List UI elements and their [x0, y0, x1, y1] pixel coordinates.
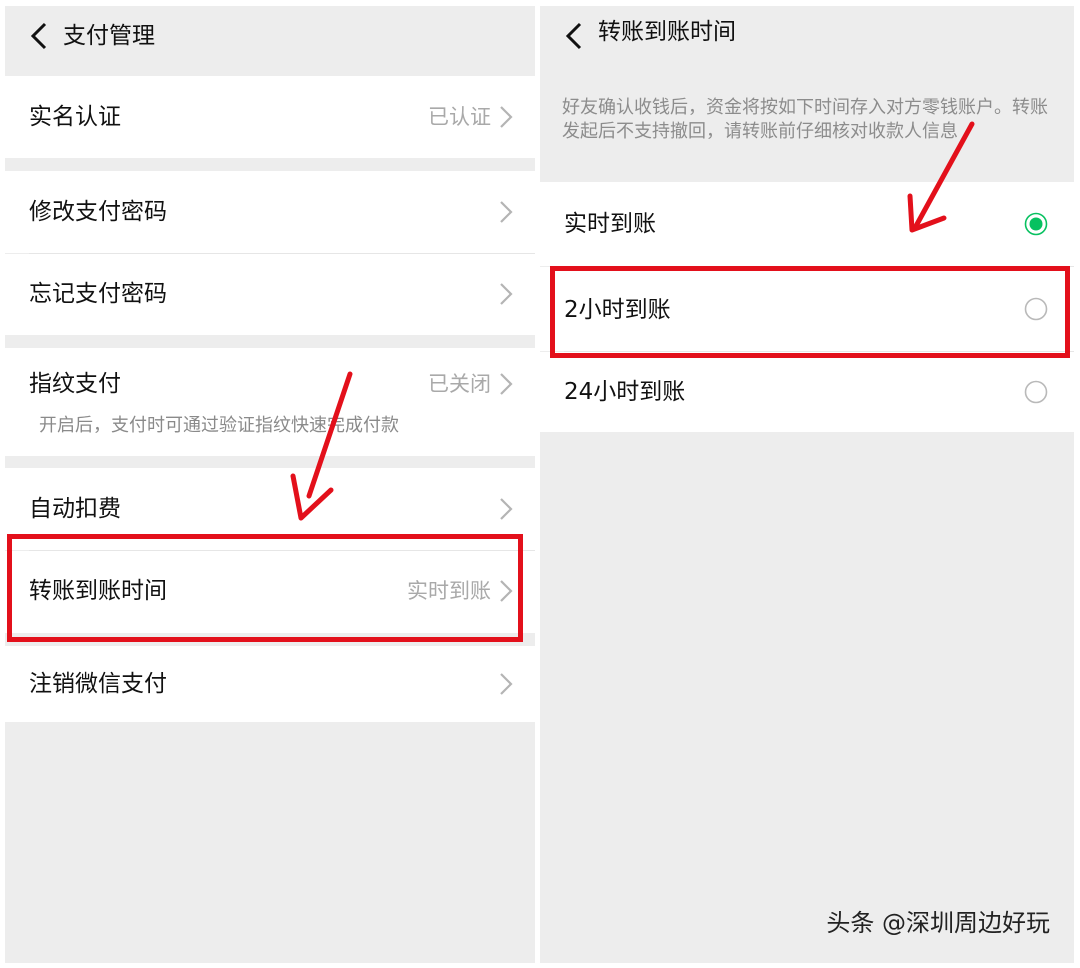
- option-24h-arrival[interactable]: 24小时到账: [540, 352, 1074, 432]
- annotation-arrow: [907, 121, 975, 233]
- chevron-right-icon: [499, 579, 513, 603]
- navigation-bar: 转账到账时间: [540, 6, 1074, 70]
- row-label: 实名认证: [29, 104, 121, 130]
- chevron-right-icon: [499, 105, 513, 129]
- radio-empty-icon[interactable]: [1024, 380, 1048, 404]
- navigation-bar: 支付管理: [5, 6, 535, 70]
- row-change-payment-password[interactable]: 修改支付密码: [5, 171, 535, 253]
- row-label: 注销微信支付: [29, 671, 167, 697]
- row-hint: 开启后，支付时可通过验证指纹快速完成付款: [39, 415, 399, 436]
- page-title: 转账到账时间: [598, 19, 736, 45]
- row-cancel-wechat-pay[interactable]: 注销微信支付: [5, 646, 535, 722]
- option-realtime-arrival[interactable]: 实时到账: [540, 182, 1074, 266]
- arrival-time-description: 好友确认收钱后，资金将按如下时间存入对方零钱账户。转账发起后不支持撤回，请转账前…: [562, 97, 1048, 142]
- option-2h-arrival[interactable]: 2小时到账: [540, 267, 1074, 351]
- chevron-left-icon: [565, 22, 582, 50]
- transfer-arrival-time-screen: 转账到账时间 好友确认收钱后，资金将按如下时间存入对方零钱账户。转账发起后不支持…: [540, 6, 1074, 963]
- row-forgot-payment-password[interactable]: 忘记支付密码: [5, 254, 535, 335]
- row-value: 已认证: [428, 105, 491, 129]
- row-label: 自动扣费: [29, 496, 121, 522]
- option-label: 2小时到账: [564, 297, 671, 323]
- row-label: 指纹支付: [29, 371, 121, 397]
- row-auto-deduction[interactable]: 自动扣费: [5, 468, 535, 550]
- chevron-right-icon: [499, 282, 513, 306]
- back-button[interactable]: [554, 16, 590, 56]
- row-value: 已关闭: [428, 372, 491, 396]
- row-fingerprint-payment[interactable]: 指纹支付 已关闭 开启后，支付时可通过验证指纹快速完成付款: [5, 348, 535, 456]
- back-button[interactable]: [19, 16, 55, 56]
- payment-management-screen: 支付管理 实名认证 已认证 修改支付密码 忘记支付密码 指纹支付 已关闭 开启后…: [5, 6, 535, 963]
- page-title: 支付管理: [63, 23, 155, 49]
- row-label: 忘记支付密码: [29, 281, 167, 307]
- chevron-right-icon: [499, 200, 513, 224]
- row-real-name-verification[interactable]: 实名认证 已认证: [5, 76, 535, 158]
- row-transfer-arrival-time[interactable]: 转账到账时间 实时到账: [5, 551, 535, 633]
- row-label: 修改支付密码: [29, 199, 167, 225]
- chevron-right-icon: [499, 672, 513, 696]
- watermark: 头条 @深圳周边好玩: [826, 909, 1050, 937]
- row-value: 实时到账: [407, 579, 491, 603]
- radio-checked-icon[interactable]: [1024, 212, 1048, 236]
- option-label: 24小时到账: [564, 379, 686, 405]
- radio-empty-icon[interactable]: [1024, 297, 1048, 321]
- chevron-left-icon: [30, 22, 47, 50]
- row-label: 转账到账时间: [29, 578, 167, 604]
- option-label: 实时到账: [564, 211, 656, 237]
- chevron-right-icon: [499, 497, 513, 521]
- chevron-right-icon: [499, 372, 513, 396]
